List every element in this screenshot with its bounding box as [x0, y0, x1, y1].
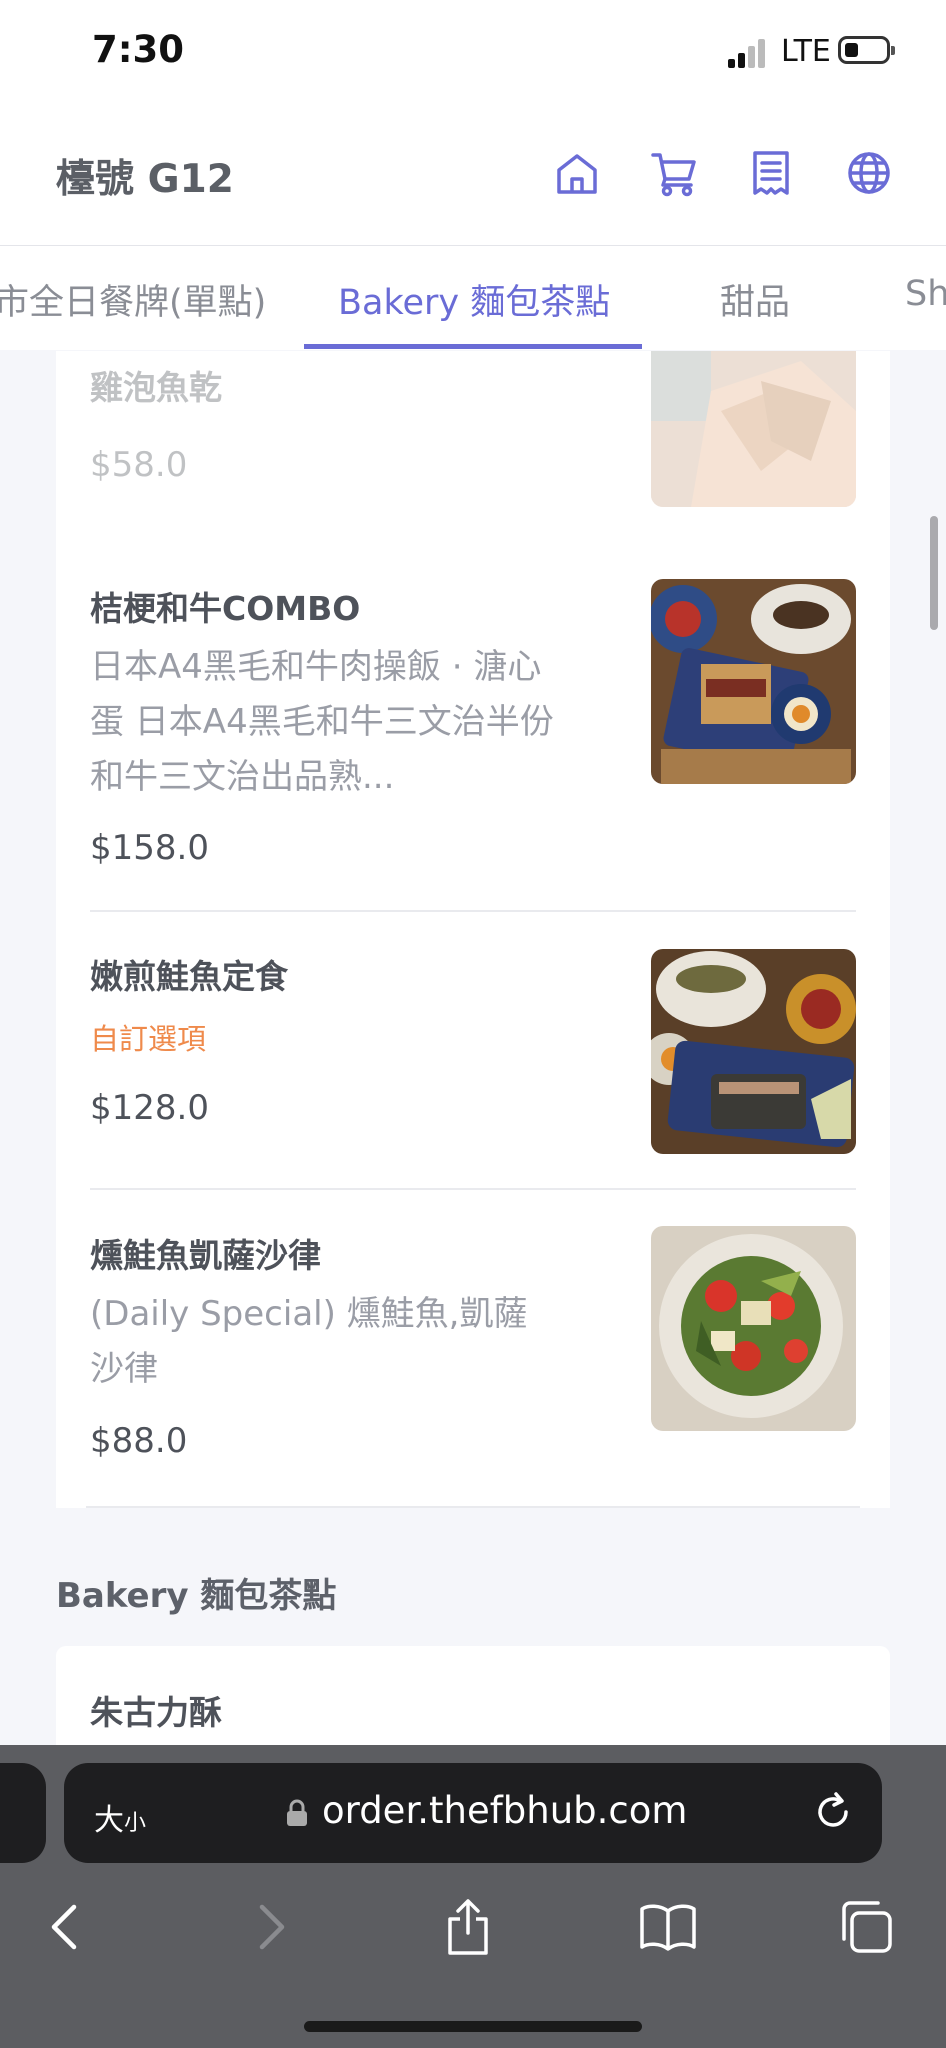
battery-icon	[838, 36, 895, 64]
active-tab-indicator	[304, 344, 642, 349]
item-price: $58.0	[90, 445, 188, 485]
header: 檯號 G12	[0, 110, 946, 247]
item-name: 朱古力酥	[90, 1693, 222, 1732]
lock-icon	[287, 1799, 307, 1826]
table-label: 檯號 G12	[56, 157, 234, 202]
home-indicator[interactable]	[304, 2021, 642, 2032]
text-size-button[interactable]: 大小	[94, 1795, 146, 1839]
item-name: 燻鮭魚凱薩沙律	[90, 1236, 321, 1275]
item-description: 日本A4黑毛和牛肉操飯 · 溏心蛋 日本A4黑毛和牛三文治半份 和牛三文治出品熟…	[90, 647, 554, 797]
address-bar[interactable]: 大小 order.thefbhub.com	[64, 1763, 882, 1863]
custom-options-label[interactable]: 自訂選項	[90, 1016, 206, 1058]
item-price: $158.0	[90, 828, 209, 868]
menu-item[interactable]: 雞泡魚乾 $58.0	[90, 351, 890, 521]
network-label: LTE	[781, 34, 831, 69]
divider	[90, 1188, 856, 1190]
bookmarks-icon[interactable]	[638, 1897, 698, 1957]
home-icon[interactable]	[552, 148, 602, 198]
tab-all-day[interactable]: 市全日餐牌(單點)	[0, 274, 266, 325]
divider	[86, 1506, 860, 1508]
item-name: 雞泡魚乾	[90, 368, 222, 407]
item-image	[651, 579, 856, 784]
reload-icon[interactable]	[810, 1789, 856, 1835]
share-icon[interactable]	[438, 1897, 498, 1957]
status-bar: 7:30 LTE	[0, 0, 946, 110]
menu-item[interactable]: 嫩煎鮭魚定食 自訂選項 $128.0	[90, 930, 890, 1180]
menu-item[interactable]: 桔梗和牛COMBO 日本A4黑毛和牛肉操飯 · 溏心蛋 日本A4黑毛和牛三文治半…	[90, 560, 890, 900]
item-image	[651, 1226, 856, 1431]
menu-item[interactable]: 朱古力酥	[90, 1646, 890, 1736]
tab-bakery[interactable]: Bakery 麵包茶點	[338, 274, 610, 325]
divider	[90, 910, 856, 912]
cart-icon[interactable]	[649, 148, 699, 198]
section-title: Bakery 麵包茶點	[56, 1576, 337, 1616]
tab-sh[interactable]: Sh	[905, 274, 946, 314]
browser-nav-row	[0, 1875, 946, 1985]
tab-dessert[interactable]: 甜品	[720, 274, 790, 325]
item-name: 桔梗和牛COMBO	[90, 589, 361, 628]
tabs-icon[interactable]	[836, 1897, 896, 1957]
url-text[interactable]: order.thefbhub.com	[322, 1789, 687, 1832]
item-description: (Daily Special) 燻鮭魚,凱薩沙律	[90, 1294, 528, 1389]
previous-tab-preview[interactable]	[0, 1763, 46, 1863]
forward-icon[interactable]	[240, 1897, 300, 1957]
text-size-big: 大	[94, 1803, 124, 1838]
back-icon[interactable]	[36, 1897, 96, 1957]
item-image	[651, 949, 856, 1154]
receipt-icon[interactable]	[746, 148, 796, 198]
signal-icon	[728, 38, 772, 68]
item-price: $128.0	[90, 1088, 209, 1128]
item-name: 嫩煎鮭魚定食	[90, 957, 288, 996]
globe-icon[interactable]	[844, 148, 894, 198]
category-tabs: 市全日餐牌(單點) Bakery 麵包茶點 甜品 Sh	[0, 246, 946, 350]
status-time: 7:30	[92, 28, 185, 71]
menu-item[interactable]: 燻鮭魚凱薩沙律 (Daily Special) 燻鮭魚,凱薩沙律 $88.0	[90, 1205, 890, 1505]
item-image	[651, 351, 856, 507]
text-size-small: 小	[124, 1811, 147, 1836]
item-price: $88.0	[90, 1421, 188, 1461]
scroll-indicator[interactable]	[930, 516, 938, 630]
browser-toolbar: 大小 order.thefbhub.com	[0, 1745, 946, 2048]
